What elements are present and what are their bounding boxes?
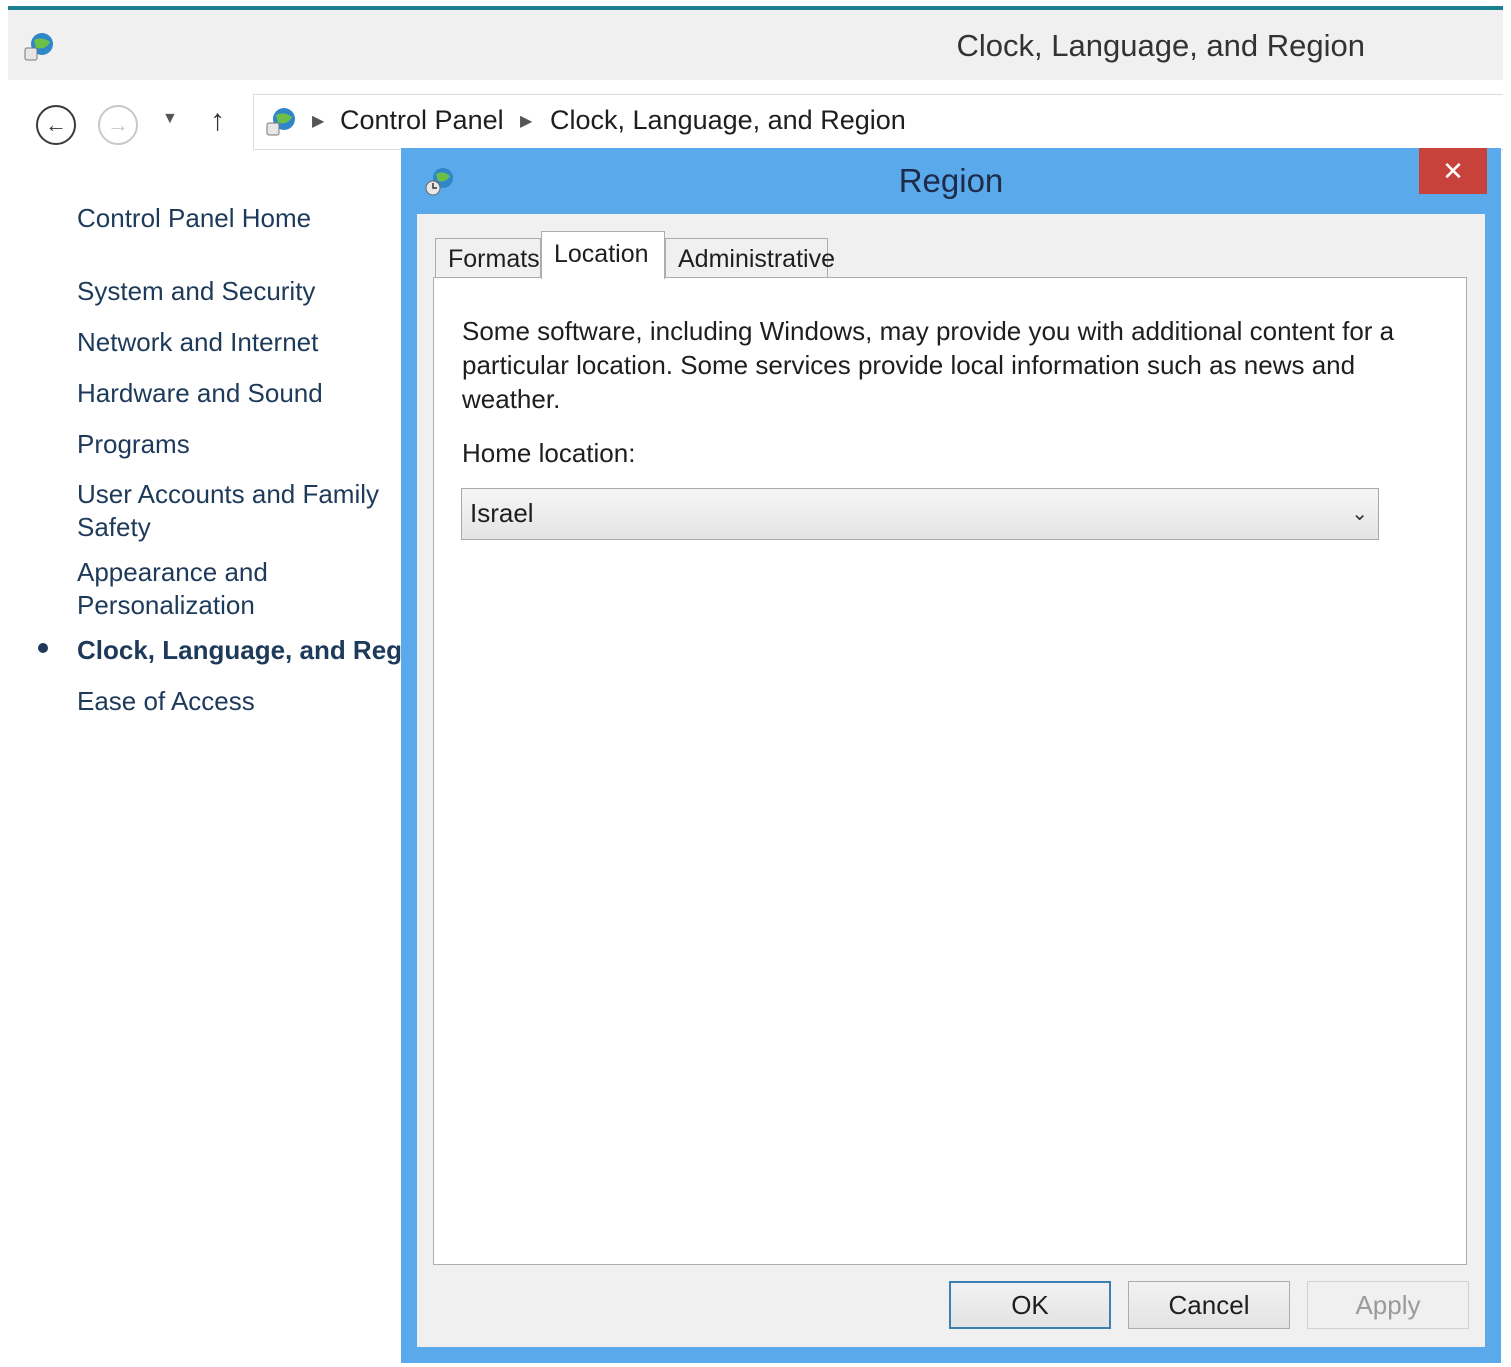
breadcrumb-control-panel[interactable]: Control Panel <box>340 105 504 136</box>
sidebar-item-control-panel-home[interactable]: Control Panel Home <box>77 202 311 235</box>
tab-formats[interactable]: Formats <box>435 238 541 278</box>
back-button[interactable]: ← <box>36 105 76 145</box>
tab-administrative[interactable]: Administrative <box>665 238 835 278</box>
breadcrumb-separator-icon[interactable]: ▶ <box>312 111 324 131</box>
tab-location[interactable]: Location <box>541 231 665 279</box>
back-arrow-icon: ← <box>45 112 67 137</box>
breadcrumb[interactable]: ▶ Control Panel ▶ Clock, Language, and R… <box>253 94 1503 150</box>
cancel-button[interactable]: Cancel <box>1128 1281 1290 1329</box>
sidebar-item-appearance[interactable]: Appearance and <box>77 556 268 589</box>
sidebar-item-ease-of-access[interactable]: Ease of Access <box>77 685 255 718</box>
home-location-value: Israel <box>470 498 534 528</box>
breadcrumb-separator-icon[interactable]: ▶ <box>520 111 532 131</box>
current-item-bullet <box>38 643 48 653</box>
close-button[interactable]: ✕ <box>1419 148 1487 194</box>
sidebar-item-user-accounts-line2[interactable]: Safety <box>77 511 151 544</box>
sidebar-item-system-security[interactable]: System and Security <box>77 275 315 308</box>
forward-arrow-icon: → <box>107 112 129 137</box>
sidebar-item-hardware-sound[interactable]: Hardware and Sound <box>77 377 323 410</box>
sidebar-item-programs[interactable]: Programs <box>77 428 190 461</box>
apply-button[interactable]: Apply <box>1307 1281 1469 1329</box>
recent-locations-dropdown[interactable]: ▼ <box>162 110 178 128</box>
home-location-label: Home location: <box>462 438 636 468</box>
location-tab-panel: Some software, including Windows, may pr… <box>433 277 1467 1265</box>
dialog-client-area: Formats Location Administrative Some sof… <box>417 214 1485 1347</box>
chevron-down-icon: ⌄ <box>1351 503 1368 525</box>
window-title: Clock, Language, and Region <box>956 28 1365 63</box>
breadcrumb-clock-language-region[interactable]: Clock, Language, and Region <box>550 105 906 136</box>
sidebar-item-clock-language-region[interactable]: Clock, Language, and Regio <box>77 634 425 667</box>
region-dialog: Region ✕ Formats Location Administrative… <box>401 148 1501 1363</box>
up-button[interactable]: ↑ <box>210 104 225 138</box>
sidebar-item-network-internet[interactable]: Network and Internet <box>77 326 318 359</box>
forward-button[interactable]: → <box>98 105 138 145</box>
control-panel-globe-icon <box>266 108 295 136</box>
dialog-title-bar[interactable]: Region <box>401 148 1501 214</box>
chevron-down-icon: ▼ <box>162 110 178 127</box>
home-location-select[interactable]: Israel ⌄ <box>461 488 1379 540</box>
sidebar-item-user-accounts[interactable]: User Accounts and Family <box>77 478 379 511</box>
sidebar-item-appearance-line2[interactable]: Personalization <box>77 589 255 622</box>
up-arrow-icon: ↑ <box>210 104 225 137</box>
dialog-title: Region <box>898 162 1004 199</box>
ok-button[interactable]: OK <box>949 1281 1111 1329</box>
control-panel-globe-icon <box>24 33 53 61</box>
sidebar: Control Panel Home System and Security N… <box>8 160 425 1367</box>
title-bar: Clock, Language, and Region <box>8 10 1503 80</box>
location-description: Some software, including Windows, may pr… <box>462 316 1395 414</box>
close-icon: ✕ <box>1442 155 1464 186</box>
